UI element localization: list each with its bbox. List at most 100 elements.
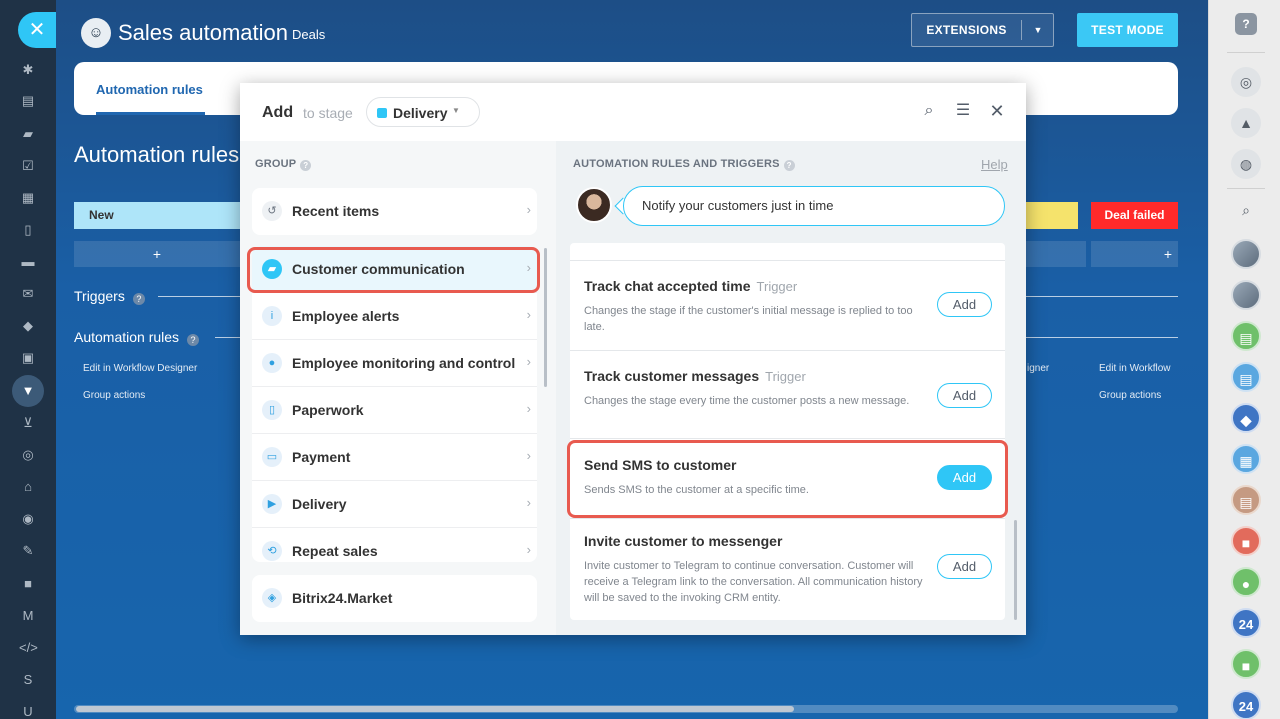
add-rule-button[interactable]: Add [937, 292, 992, 317]
contact-card-icon[interactable]: ▤ [1231, 485, 1261, 515]
target-icon[interactable]: ◉ [19, 511, 37, 527]
lock-icon[interactable]: ■ [1231, 649, 1261, 679]
rule-title-text: Track chat accepted time [584, 278, 751, 294]
page-subtitle: Deals [292, 27, 326, 42]
search-icon[interactable]: ⌕ [919, 101, 939, 121]
contacts-icon[interactable]: ▣ [19, 350, 37, 366]
bitrix24-icon[interactable]: 24 [1231, 690, 1261, 719]
group-item-label: Repeat sales [292, 543, 378, 559]
chevron-right-icon: › [526, 448, 531, 463]
rule-description: Invite customer to Telegram to continue … [584, 560, 923, 604]
help-icon[interactable]: ? [300, 160, 312, 171]
stage-deal-failed[interactable]: Deal failed [1091, 202, 1178, 229]
dialog-title: Add [262, 104, 294, 121]
close-slider-button[interactable]: ✕ [18, 12, 56, 48]
copilot-icon[interactable]: ◎ [1231, 67, 1261, 97]
chat-search-icon[interactable]: ◍ [1231, 149, 1261, 179]
highlight-box [567, 440, 1008, 518]
docs-icon[interactable]: ▯ [19, 222, 37, 238]
sign-icon[interactable]: ✎ [19, 543, 37, 559]
rules-heading: AUTOMATION RULES AND TRIGGERS? [573, 158, 795, 171]
add-rule-button[interactable]: Add [937, 554, 992, 579]
divider [1227, 52, 1265, 53]
bank-icon[interactable]: ⌂ [19, 479, 37, 495]
group-item-paperwork[interactable]: ▯ Paperwork › [252, 387, 537, 434]
scrollbar-thumb[interactable] [76, 706, 794, 712]
rule-item: Track chat accepted time Trigger Changes … [570, 261, 1005, 351]
avatar[interactable] [1231, 280, 1261, 310]
user-icon[interactable]: ● [1231, 567, 1261, 597]
search-icon[interactable]: ⌕ [1231, 195, 1261, 225]
feed-icon[interactable]: ▤ [19, 93, 37, 109]
bell-icon[interactable]: ▲ [1231, 108, 1261, 138]
add-rule-button[interactable]: Add [937, 383, 992, 408]
add-rule-button[interactable] [1026, 241, 1086, 267]
avatar[interactable] [1231, 239, 1261, 269]
help-icon[interactable]: ? [1235, 13, 1257, 35]
stage-selector[interactable]: Delivery ▼ [366, 97, 480, 127]
drive-icon[interactable]: ▬ [19, 254, 37, 270]
robot-icon[interactable]: ◎ [19, 447, 37, 463]
group-scrollbar[interactable] [544, 248, 547, 387]
market-card[interactable]: ◈ Bitrix24.Market [252, 575, 537, 622]
help-icon[interactable]: ? [132, 293, 145, 305]
group-actions-link[interactable]: Group actions [1099, 390, 1161, 401]
users-icon[interactable]: U [19, 704, 37, 719]
group-item-employee-monitoring[interactable]: ● Employee monitoring and control › [252, 340, 537, 387]
help-link[interactable]: Help [981, 157, 1008, 172]
edit-designer-link[interactable]: Edit in Workflow [1099, 363, 1171, 374]
contact-card-icon[interactable]: ▤ [1231, 362, 1261, 392]
lock-icon[interactable]: ■ [1231, 526, 1261, 556]
chevron-down-icon[interactable]: ▼ [1022, 14, 1054, 46]
sites-icon[interactable]: S [19, 672, 37, 688]
rules-scrollbar[interactable] [1014, 520, 1017, 620]
contact-card-icon[interactable]: ▤ [1231, 321, 1261, 351]
box-icon[interactable]: ■ [19, 576, 37, 592]
help-icon[interactable]: ? [783, 160, 795, 171]
calendar-icon[interactable]: ▦ [19, 190, 37, 206]
mail-icon[interactable]: ✉ [19, 286, 37, 302]
chevron-down-icon: ▼ [452, 106, 460, 115]
code-icon[interactable]: </> [19, 640, 38, 656]
right-sidebar: ? ◎ ▲ ◍ ⌕ ▤ ▤ ◆ ▦ ▤ ■ ● 24 ■ 24 [1208, 0, 1280, 719]
horizontal-scrollbar[interactable] [74, 705, 1178, 713]
rule-description: Changes the stage every time the custome… [584, 395, 910, 407]
truck-icon: ▶ [262, 494, 282, 514]
divider [158, 296, 240, 297]
group-actions-link[interactable]: Group actions [83, 390, 145, 401]
extensions-button[interactable]: EXTENSIONS ▼ [911, 13, 1054, 47]
bitrix24-icon[interactable]: 24 [1231, 608, 1261, 638]
chat-icon[interactable]: ▰ [19, 126, 37, 142]
to-stage-label: to stage [303, 105, 353, 121]
tab-automation-rules[interactable]: Automation rules [96, 82, 203, 97]
crm-funnel-icon[interactable]: ▼ [12, 375, 44, 407]
test-mode-button[interactable]: TEST MODE [1077, 13, 1178, 47]
group-item-delivery[interactable]: ▶ Delivery › [252, 481, 537, 528]
help-icon[interactable]: ? [187, 334, 200, 346]
group-item-repeat-sales[interactable]: ⟲ Repeat sales › [252, 528, 537, 562]
stage-yellow[interactable] [1024, 202, 1078, 229]
recent-items-card: ↺ Recent items › [252, 188, 537, 235]
group-item-market[interactable]: ◈ Bitrix24.Market [252, 575, 537, 622]
stage-new[interactable]: New [74, 202, 240, 229]
avatar [576, 187, 612, 223]
group-chat-icon[interactable]: ◆ [1231, 403, 1261, 433]
activity-icon[interactable]: ✱ [19, 62, 37, 78]
groups-icon[interactable]: ◆ [19, 318, 37, 334]
tasks-icon[interactable]: ☑ [19, 158, 37, 174]
group-item-recent[interactable]: ↺ Recent items › [252, 188, 537, 235]
edit-designer-link[interactable]: igner [1027, 363, 1049, 374]
cart-icon[interactable]: ⊻ [19, 415, 37, 431]
group-item-label: Recent items [292, 203, 380, 219]
marketing-icon[interactable]: M [19, 608, 37, 624]
add-rule-button[interactable]: + [1091, 241, 1178, 267]
group-item-employee-alerts[interactable]: i Employee alerts › [252, 293, 537, 340]
close-icon[interactable]: ✕ [987, 101, 1007, 121]
filter-icon[interactable]: ☰ [953, 101, 973, 121]
info-icon: i [262, 306, 282, 326]
edit-designer-link[interactable]: Edit in Workflow Designer [83, 363, 197, 374]
calendar-icon[interactable]: ▦ [1231, 444, 1261, 474]
add-rule-button[interactable]: + [74, 241, 240, 267]
chevron-right-icon: › [526, 495, 531, 510]
group-item-payment[interactable]: ▭ Payment › [252, 434, 537, 481]
